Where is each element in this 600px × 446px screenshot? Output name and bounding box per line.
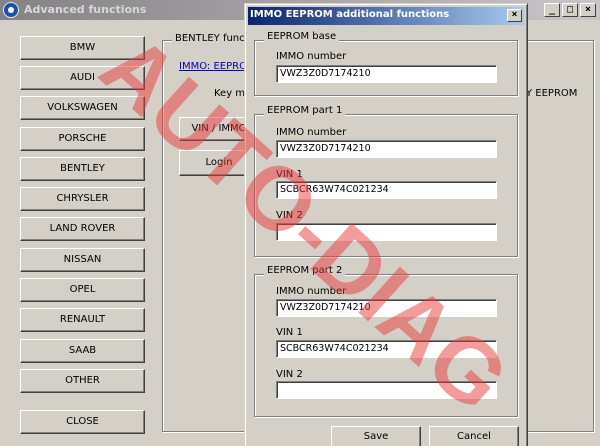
part2-vin1-field[interactable]: SCBCR63W74C021234	[276, 340, 497, 358]
part2-vin2-label: VIN 2	[276, 369, 303, 380]
brand-button-opel[interactable]: OPEL	[20, 278, 145, 302]
main-close-icon[interactable]: ×	[580, 3, 596, 17]
part1-immo-field[interactable]: VWZ3Z0D7174210	[276, 140, 497, 158]
eeprom-part2-title: EEPROM part 2	[264, 265, 346, 276]
eeprom-text: Y EEPROM	[526, 88, 578, 99]
part2-immo-field[interactable]: VWZ3Z0D7174210	[276, 299, 497, 317]
brand-functions-group-label: BENTLEY functi	[172, 33, 255, 44]
brand-button-other[interactable]: OTHER	[20, 369, 145, 393]
base-immo-label: IMMO number	[276, 51, 347, 62]
part2-vin1-label: VIN 1	[276, 327, 303, 338]
brand-button-porsche[interactable]: PORSCHE	[20, 127, 145, 151]
brand-button-saab[interactable]: SAAB	[20, 339, 145, 363]
eeprom-part1-title: EEPROM part 1	[264, 105, 346, 116]
brand-button-volkswagen[interactable]: VOLKSWAGEN	[20, 96, 145, 120]
part1-vin2-field[interactable]	[276, 223, 497, 241]
app-icon	[3, 2, 19, 18]
maximize-button[interactable]: □	[562, 3, 578, 17]
part1-vin1-field[interactable]: SCBCR63W74C021234	[276, 181, 497, 199]
brand-button-bentley[interactable]: BENTLEY	[20, 157, 145, 181]
eeprom-base-title: EEPROM base	[264, 31, 340, 42]
main-window-title: Advanced functions	[24, 3, 147, 16]
part1-vin2-label: VIN 2	[276, 210, 303, 221]
brand-button-renault[interactable]: RENAULT	[20, 308, 145, 332]
dialog-titlebar[interactable]: IMMO EEPROM additional functions ×	[248, 7, 524, 25]
brand-button-land-rover[interactable]: LAND ROVER	[20, 217, 145, 241]
dialog-title: IMMO EEPROM additional functions	[250, 9, 450, 20]
cancel-button[interactable]: Cancel	[429, 426, 519, 446]
immo-eeprom-link[interactable]: IMMO: EEPRO	[179, 61, 247, 72]
base-immo-field[interactable]: VWZ3Z0D7174210	[276, 65, 497, 83]
part1-immo-label: IMMO number	[276, 127, 347, 138]
part1-vin1-label: VIN 1	[276, 169, 303, 180]
part2-immo-label: IMMO number	[276, 286, 347, 297]
minimize-button[interactable]: _	[544, 3, 560, 17]
save-button[interactable]: Save	[331, 426, 421, 446]
close-button[interactable]: CLOSE	[20, 410, 145, 434]
key-text: Key m	[214, 88, 246, 99]
dialog-close-icon[interactable]: ×	[507, 9, 522, 22]
brand-button-audi[interactable]: AUDI	[20, 66, 145, 90]
immo-eeprom-dialog: IMMO EEPROM additional functions × EEPRO…	[244, 3, 528, 446]
brand-button-bmw[interactable]: BMW	[20, 36, 145, 60]
brand-button-chrysler[interactable]: CHRYSLER	[20, 187, 145, 211]
part2-vin2-field[interactable]	[276, 381, 497, 399]
brand-button-nissan[interactable]: NISSAN	[20, 248, 145, 272]
